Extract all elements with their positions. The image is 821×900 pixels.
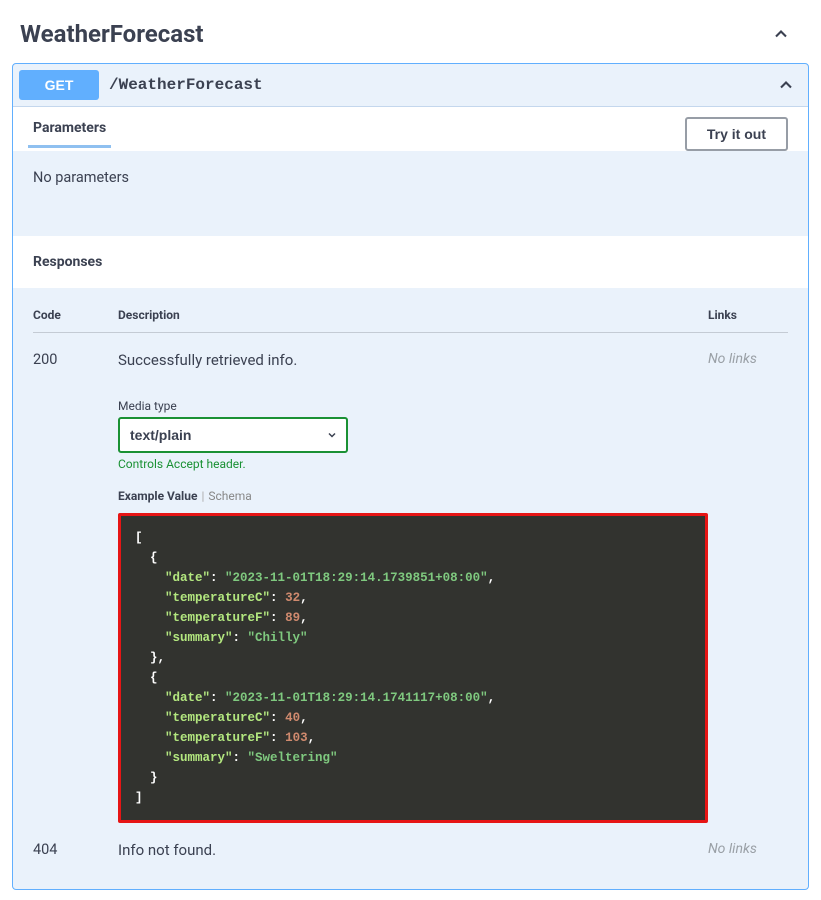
chevron-up-icon: [776, 75, 796, 95]
try-it-out-button[interactable]: Try it out: [685, 117, 788, 151]
response-code: 404: [33, 841, 118, 869]
parameters-tab-underline: [28, 145, 111, 148]
tab-example-value[interactable]: Example Value: [118, 489, 197, 503]
parameters-title: Parameters: [33, 120, 106, 148]
response-description: Info not found.: [118, 841, 708, 859]
accept-header-note: Controls Accept header.: [118, 457, 708, 471]
response-row: 200 Successfully retrieved info. Media t…: [33, 333, 788, 823]
tag-title: WeatherForecast: [20, 20, 204, 48]
tag-header[interactable]: WeatherForecast: [10, 10, 811, 63]
col-header-links: Links: [708, 308, 788, 322]
response-code: 200: [33, 351, 118, 823]
col-header-description: Description: [118, 308, 708, 322]
media-type-label: Media type: [118, 399, 708, 413]
http-method-badge: GET: [19, 70, 99, 100]
response-links: No links: [708, 841, 788, 869]
operation-block: GET /WeatherForecast Parameters Try it o…: [12, 63, 809, 890]
operation-summary[interactable]: GET /WeatherForecast: [13, 64, 808, 106]
operation-path: /WeatherForecast: [109, 76, 776, 94]
tab-separator: |: [201, 489, 204, 503]
parameters-empty-text: No parameters: [13, 151, 808, 236]
tab-schema[interactable]: Schema: [208, 489, 251, 503]
operation-body: Parameters Try it out No parameters Resp…: [13, 106, 808, 889]
parameters-header: Parameters Try it out: [13, 107, 808, 151]
example-code-block: [ { "date": "2023-11-01T18:29:14.1739851…: [118, 513, 708, 823]
responses-header-row: Code Description Links: [33, 308, 788, 333]
chevron-up-icon: [771, 24, 791, 44]
media-type-select[interactable]: text/plain: [118, 417, 348, 453]
responses-table: Code Description Links 200 Successfully …: [13, 288, 808, 889]
response-row: 404 Info not found. No links: [33, 823, 788, 869]
col-header-code: Code: [33, 308, 118, 322]
responses-title: Responses: [13, 236, 808, 288]
response-links: No links: [708, 351, 788, 823]
response-description: Successfully retrieved info.: [118, 351, 708, 369]
example-tabs: Example Value | Schema: [118, 489, 708, 503]
